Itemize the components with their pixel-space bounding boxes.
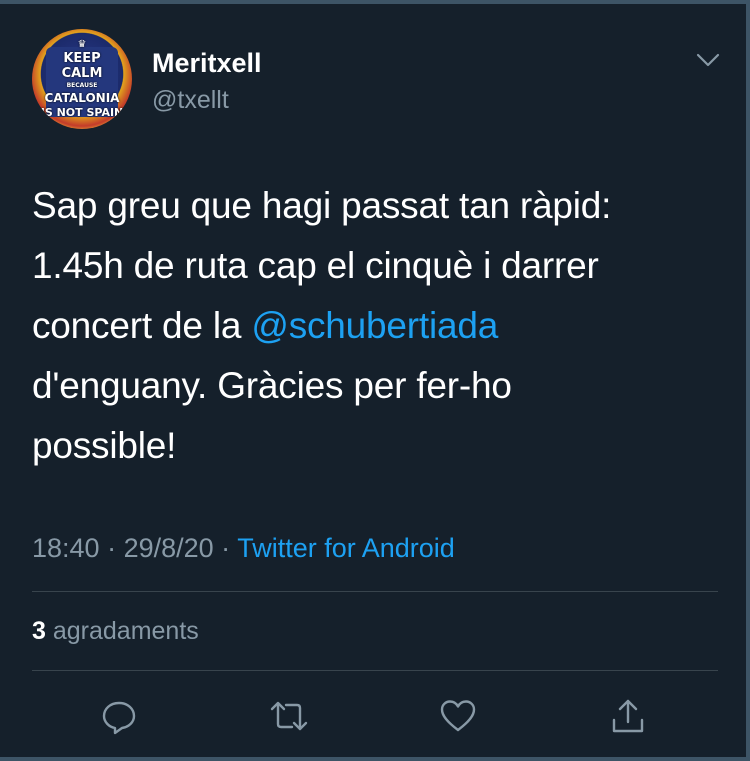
avatar-crown-icon: ♛ xyxy=(77,39,87,50)
tweet-line: Sap greu que hagi passat tan ràpid: xyxy=(32,185,612,226)
divider xyxy=(32,670,718,671)
tweet-meta: 18:40 · 29/8/20 · Twitter for Android xyxy=(32,533,455,564)
meta-separator: · xyxy=(99,533,124,563)
divider xyxy=(32,591,718,592)
reply-icon[interactable] xyxy=(99,696,139,736)
tweet-line: d'enguany. Gràcies per fer-ho xyxy=(32,365,512,406)
avatar[interactable]: ♛ KEEP CALM BECAUSE CATALONIA IS NOT SPA… xyxy=(32,29,132,129)
likes-count: 3 xyxy=(32,617,46,645)
tweet-line: concert de la @schubertiada xyxy=(32,296,722,356)
retweet-icon[interactable] xyxy=(269,696,309,736)
tweet-source-link[interactable]: Twitter for Android xyxy=(237,533,455,563)
avatar-line-3: BECAUSE xyxy=(66,82,98,89)
author-name[interactable]: Meritxell xyxy=(152,48,262,79)
heart-icon[interactable] xyxy=(438,696,478,736)
chevron-down-icon[interactable] xyxy=(696,52,720,68)
tweet-line: 1.45h de ruta cap el cinquè i darrer xyxy=(32,245,599,286)
mention-link[interactable]: @schubertiada xyxy=(251,305,498,346)
likes-label: agradaments xyxy=(45,617,199,645)
tweet-date[interactable]: 29/8/20 xyxy=(124,533,214,563)
tweet-text: Sap greu que hagi passat tan ràpid: 1.45… xyxy=(32,176,722,476)
likes-summary[interactable]: 3 agradaments xyxy=(32,617,199,646)
tweet-line-text: concert de la xyxy=(32,305,252,346)
tweet-time[interactable]: 18:40 xyxy=(32,533,100,563)
avatar-line-2: CALM xyxy=(61,66,103,81)
tweet-line: possible! xyxy=(32,425,177,466)
avatar-line-5: IS NOT SPAIN xyxy=(40,106,124,119)
right-border xyxy=(746,0,750,761)
avatar-line-4: CATALONIA xyxy=(44,91,120,105)
share-icon[interactable] xyxy=(608,696,648,736)
author-handle[interactable]: @txellt xyxy=(152,86,229,115)
meta-separator: · xyxy=(213,533,238,563)
avatar-line-1: KEEP xyxy=(63,51,101,66)
top-border xyxy=(0,0,750,4)
bottom-border xyxy=(0,757,750,761)
